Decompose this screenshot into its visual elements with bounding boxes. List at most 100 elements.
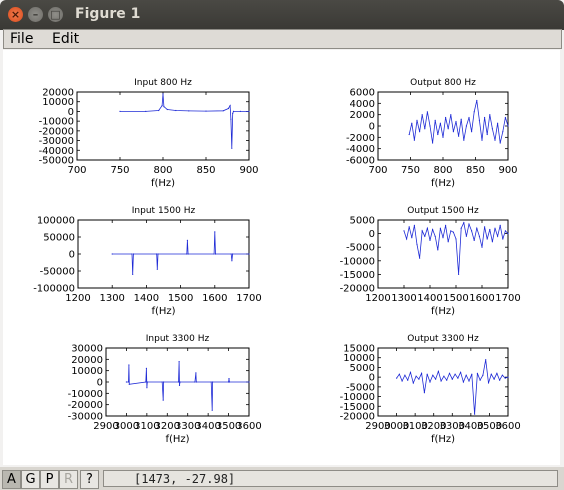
data-point	[127, 381, 130, 383]
data-point	[411, 237, 413, 239]
data-point	[407, 379, 409, 381]
maximize-button[interactable]: □	[48, 7, 63, 22]
data-point	[491, 128, 493, 130]
data-point	[426, 373, 428, 375]
chart-title: Input 1500 Hz	[132, 206, 196, 216]
data-point	[442, 237, 444, 239]
data-point	[455, 120, 457, 123]
y-tick-label: -30000	[68, 412, 103, 423]
data-point	[507, 233, 509, 235]
data-point	[499, 379, 501, 381]
y-tick-label: -20000	[340, 412, 375, 423]
data-point	[471, 230, 473, 232]
data-point	[163, 106, 165, 108]
data-point	[471, 373, 473, 375]
chart-title: Output 800 Hz	[410, 78, 476, 88]
data-point	[419, 131, 421, 133]
data-point	[437, 249, 439, 251]
close-icon: ×	[10, 8, 21, 21]
data-point	[210, 381, 212, 383]
x-axis-label: f(Hz)	[151, 178, 175, 189]
y-tick-label: 0	[69, 250, 75, 261]
x-axis-label: f(Hz)	[151, 306, 175, 317]
toolbar-button-r[interactable]: R	[59, 470, 78, 489]
data-point	[447, 128, 449, 130]
data-point	[227, 107, 229, 110]
x-tick-label: 1600	[202, 293, 227, 304]
data-point	[178, 361, 180, 363]
data-point	[437, 133, 439, 136]
data-point	[465, 374, 467, 376]
data-point	[463, 139, 465, 141]
data-point	[212, 381, 214, 383]
data-point	[404, 374, 406, 376]
data-point	[504, 116, 506, 119]
status-bar: A G P R ? [1473, -27.98]	[0, 467, 564, 490]
data-point	[451, 378, 453, 380]
data-point	[494, 227, 496, 229]
y-tick-label: -2000	[346, 133, 375, 144]
x-tick-label: 1300	[99, 293, 124, 304]
data-point	[445, 116, 447, 119]
data-point	[156, 268, 158, 270]
close-button[interactable]: ×	[8, 7, 23, 22]
data-point	[481, 139, 483, 141]
data-point	[497, 122, 499, 124]
y-tick-label: -15000	[340, 270, 375, 281]
menu-edit[interactable]: Edit	[52, 31, 79, 47]
data-point	[119, 110, 121, 112]
data-point	[156, 253, 158, 255]
toolbar-button-g[interactable]: G	[21, 470, 40, 489]
data-point	[421, 114, 423, 116]
data-point	[146, 381, 148, 383]
data-point	[471, 131, 473, 133]
data-point	[478, 235, 480, 237]
data-point	[499, 142, 501, 144]
data-point	[489, 114, 491, 116]
chart-title: Output 1500 Hz	[407, 206, 479, 216]
data-point	[415, 375, 417, 377]
x-tick-label: 1500	[168, 293, 193, 304]
data-point	[432, 228, 434, 231]
y-tick-label: -50000	[40, 267, 75, 278]
data-point	[178, 384, 181, 386]
data-point	[484, 116, 486, 119]
data-point	[468, 116, 470, 119]
data-point	[460, 227, 462, 229]
y-tick-label: 100000	[37, 216, 75, 227]
x-tick-label: 1400	[417, 293, 442, 304]
data-point	[158, 109, 160, 112]
data-point	[214, 253, 217, 255]
toolbar-button-p[interactable]: P	[40, 470, 59, 489]
x-tick-label: 700	[67, 165, 86, 176]
y-tick-label: -100000	[33, 284, 75, 295]
data-point	[195, 372, 197, 374]
data-point	[419, 257, 421, 259]
menu-file[interactable]: File	[10, 31, 33, 47]
plot-canvas[interactable]: Input 800 Hz 700 750 800 850 900 20000 10000 0 -1…	[3, 50, 560, 465]
data-point	[146, 387, 148, 389]
data-point	[443, 375, 445, 377]
data-point	[162, 93, 164, 95]
data-point	[479, 379, 481, 381]
axes-frame	[377, 219, 509, 289]
minimize-button[interactable]: –	[28, 7, 43, 22]
title-bar: × – □ Figure 1	[0, 0, 564, 30]
data-point	[474, 413, 476, 415]
data-point	[494, 139, 496, 141]
y-tick-label: -5000	[346, 243, 375, 254]
data-point	[484, 226, 486, 228]
data-point	[460, 118, 462, 120]
data-point	[468, 380, 470, 382]
help-button[interactable]: ?	[80, 470, 99, 489]
chart-title: Input 800 Hz	[134, 78, 192, 88]
x-tick-label: 1500	[443, 293, 468, 304]
x-tick-label: 1700	[236, 293, 261, 304]
chart-title: Output 3300 Hz	[407, 334, 479, 344]
data-point	[416, 119, 418, 121]
data-point	[450, 114, 452, 116]
x-tick-label: 850	[196, 165, 215, 176]
toolbar-button-a[interactable]: A	[2, 470, 21, 489]
data-point	[413, 139, 415, 141]
data-point	[486, 133, 488, 136]
